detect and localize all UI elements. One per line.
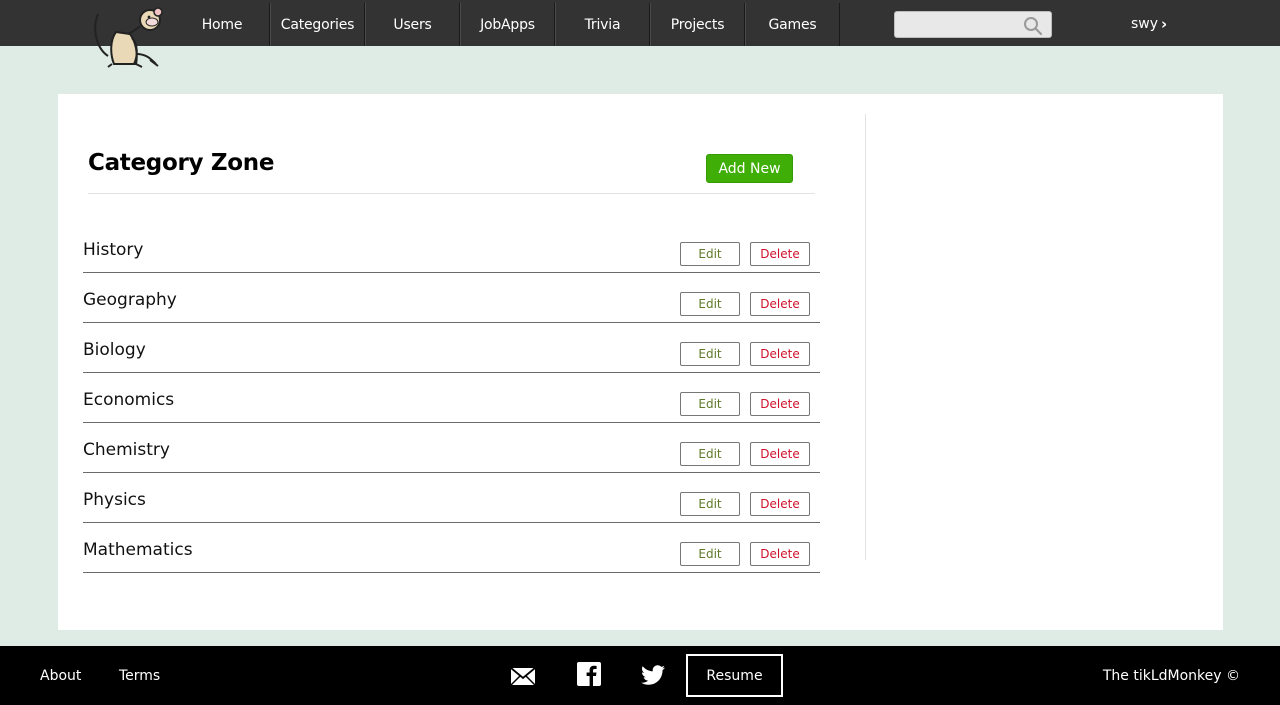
list-item: Chemistry Edit Delete	[83, 423, 820, 473]
user-menu-link[interactable]: swy ›	[1131, 15, 1167, 33]
delete-button[interactable]: Delete	[750, 342, 810, 366]
top-navbar: Home Categories Users JobApps Trivia Pro…	[0, 0, 1280, 46]
category-name: Physics	[83, 490, 146, 510]
search-input[interactable]	[894, 11, 1052, 38]
list-item: Mathematics Edit Delete	[83, 523, 820, 573]
category-list: History Edit Delete Geography Edit Delet…	[83, 223, 820, 573]
nav-jobapps[interactable]: JobApps	[460, 3, 555, 46]
content-panel: Category Zone Add New History Edit Delet…	[58, 94, 1223, 630]
add-new-button[interactable]: Add New	[706, 154, 793, 183]
search-icon[interactable]	[1023, 16, 1043, 36]
category-name: Biology	[83, 340, 146, 360]
footer-terms-link[interactable]: Terms	[119, 668, 160, 684]
edit-button[interactable]: Edit	[680, 492, 740, 516]
chevron-right-icon: ›	[1161, 15, 1168, 33]
footer-about-link[interactable]: About	[40, 668, 81, 684]
column-divider	[865, 114, 866, 560]
edit-button[interactable]: Edit	[680, 442, 740, 466]
nav-categories[interactable]: Categories	[270, 3, 365, 46]
resume-button[interactable]: Resume	[686, 654, 783, 697]
list-item: Economics Edit Delete	[83, 373, 820, 423]
list-item: Physics Edit Delete	[83, 473, 820, 523]
nav-trivia[interactable]: Trivia	[555, 3, 650, 46]
category-name: Mathematics	[83, 540, 193, 560]
delete-button[interactable]: Delete	[750, 442, 810, 466]
username-label: swy	[1131, 16, 1159, 32]
category-name: History	[83, 240, 144, 260]
category-name: Geography	[83, 290, 177, 310]
edit-button[interactable]: Edit	[680, 292, 740, 316]
list-item: Biology Edit Delete	[83, 323, 820, 373]
nav-games[interactable]: Games	[745, 3, 840, 46]
nav-users[interactable]: Users	[365, 3, 460, 46]
delete-button[interactable]: Delete	[750, 492, 810, 516]
delete-button[interactable]: Delete	[750, 542, 810, 566]
facebook-icon[interactable]	[576, 661, 602, 687]
twitter-icon[interactable]	[640, 662, 666, 688]
footer: About Terms Resume The tikLdMonkey ©	[0, 646, 1280, 705]
title-divider	[88, 193, 815, 194]
main-nav: Home Categories Users JobApps Trivia Pro…	[175, 3, 840, 46]
edit-button[interactable]: Edit	[680, 242, 740, 266]
nav-home[interactable]: Home	[175, 3, 270, 46]
delete-button[interactable]: Delete	[750, 242, 810, 266]
list-item: History Edit Delete	[83, 223, 820, 273]
delete-button[interactable]: Delete	[750, 392, 810, 416]
category-name: Chemistry	[83, 440, 170, 460]
edit-button[interactable]: Edit	[680, 392, 740, 416]
page-title: Category Zone	[88, 150, 275, 176]
mail-icon[interactable]	[510, 664, 536, 690]
category-name: Economics	[83, 390, 175, 410]
edit-button[interactable]: Edit	[680, 342, 740, 366]
list-item: Geography Edit Delete	[83, 273, 820, 323]
edit-button[interactable]: Edit	[680, 542, 740, 566]
delete-button[interactable]: Delete	[750, 292, 810, 316]
nav-projects[interactable]: Projects	[650, 3, 745, 46]
copyright-text: The tikLdMonkey ©	[1102, 668, 1240, 684]
monkey-logo[interactable]	[92, 4, 168, 70]
